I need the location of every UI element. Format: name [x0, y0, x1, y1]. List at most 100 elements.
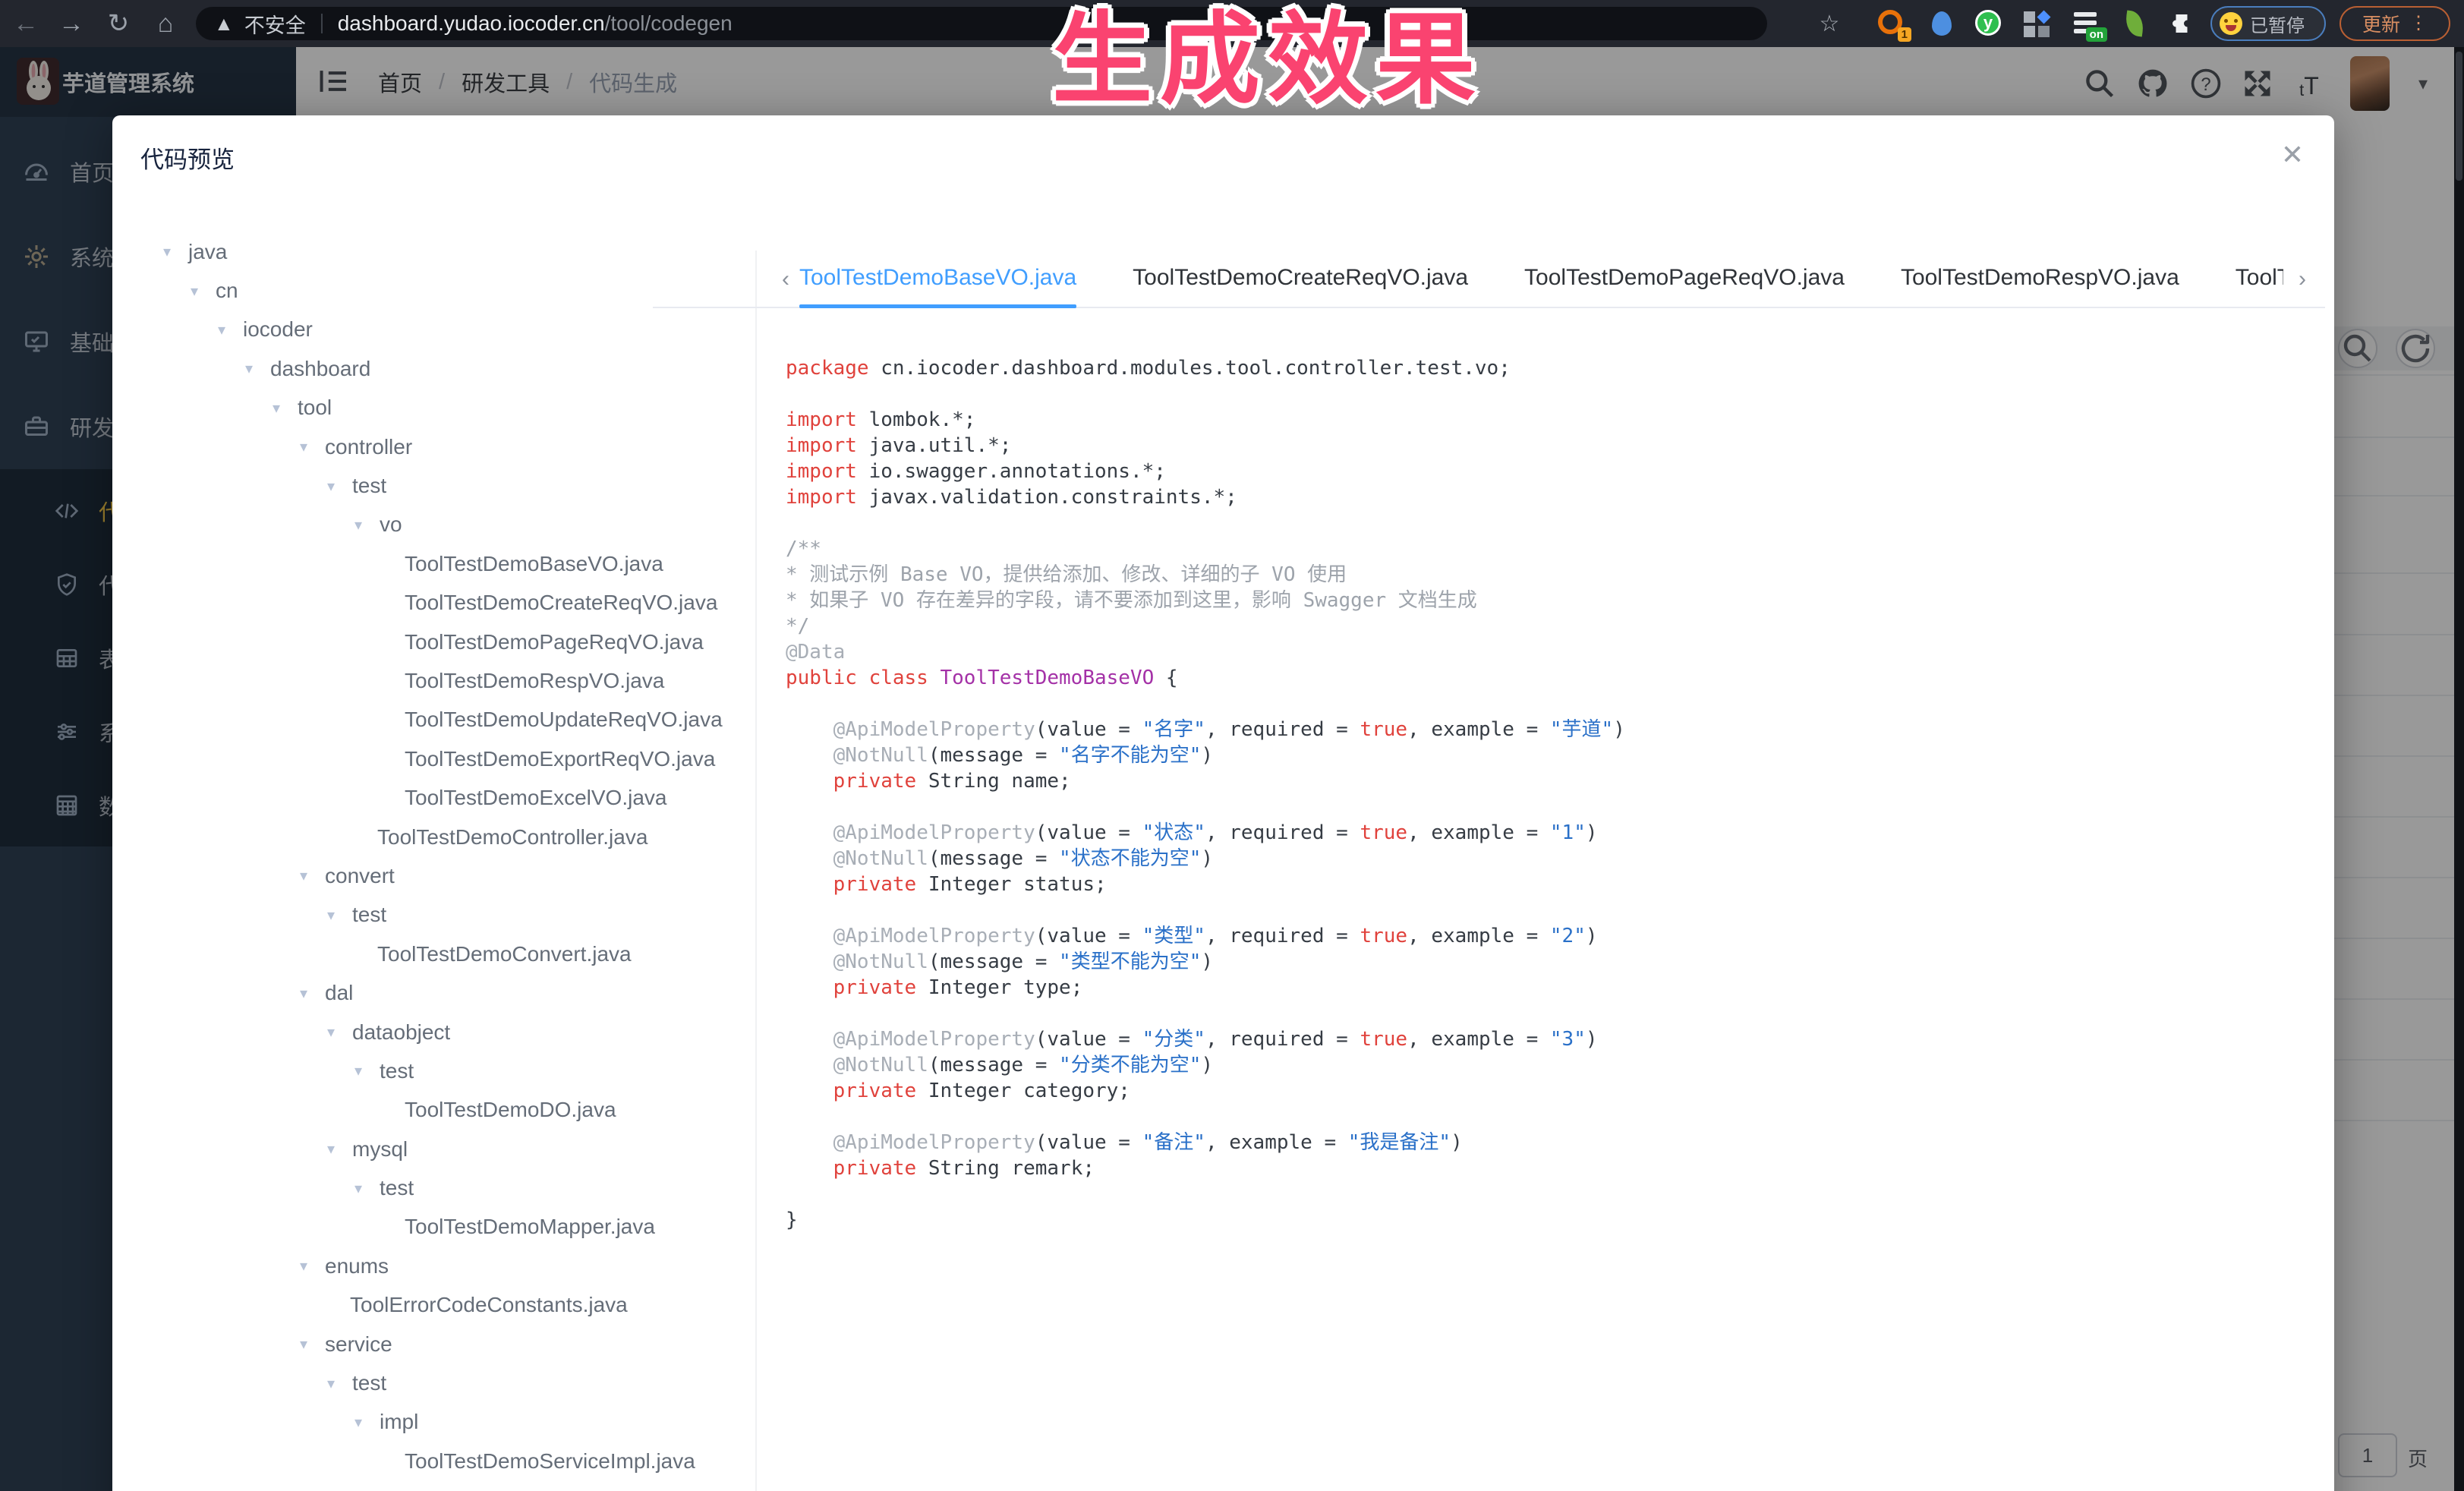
caret-down-icon[interactable]: ▾: [327, 906, 352, 925]
tree-folder-enums[interactable]: ▾enums: [112, 1247, 750, 1285]
caret-down-icon[interactable]: ▾: [327, 477, 352, 496]
extension-leaf-icon[interactable]: [2121, 10, 2148, 37]
tabs-scroll-right-icon[interactable]: ›: [2289, 263, 2315, 296]
tree-file-ToolTestDemoController.java[interactable]: ToolTestDemoController.java: [112, 818, 750, 856]
caret-down-icon[interactable]: ▾: [300, 437, 325, 456]
extension-list-icon[interactable]: on: [2074, 10, 2101, 37]
tree-folder-controller[interactable]: ▾controller: [112, 427, 750, 466]
caret-down-icon[interactable]: ▾: [354, 1179, 380, 1198]
tree-folder-vo[interactable]: ▾vo: [112, 506, 750, 544]
tree-folder-test[interactable]: ▾test: [112, 1363, 750, 1402]
tree-file-ToolTestDemoCreateReqVO.java[interactable]: ToolTestDemoCreateReqVO.java: [112, 584, 750, 623]
caret-down-icon[interactable]: ▾: [163, 242, 188, 261]
tree-folder-impl[interactable]: ▾impl: [112, 1403, 750, 1442]
browser-forward-icon[interactable]: →: [55, 0, 88, 47]
code-line: public class ToolTestDemoBaseVO {: [786, 665, 1625, 691]
extension-paused-pill[interactable]: 已暂停: [2210, 6, 2326, 41]
caret-down-icon[interactable]: ▾: [327, 1023, 352, 1042]
caret-down-icon[interactable]: ▾: [300, 1335, 325, 1354]
tree-folder-test[interactable]: ▾test: [112, 1051, 750, 1090]
tree-node-label: iocoder: [243, 317, 313, 342]
browser-home-icon[interactable]: ⌂: [149, 0, 182, 47]
caret-down-icon[interactable]: ▾: [354, 1413, 380, 1432]
extension-grid-icon[interactable]: [2024, 10, 2051, 37]
tree-folder-dashboard[interactable]: ▾dashboard: [112, 349, 750, 388]
tabs-scroll-left-icon[interactable]: ‹: [773, 263, 799, 296]
caret-down-icon[interactable]: ▾: [300, 984, 325, 1003]
panel-divider: [755, 251, 757, 1491]
tree-node-label: ToolTestDemoRespVO.java: [405, 669, 664, 693]
tree-folder-convert[interactable]: ▾convert: [112, 856, 750, 895]
tabs-scroll-area: ToolTestDemoBaseVO.java ToolTestDemoCreat…: [799, 251, 2283, 308]
code-view[interactable]: package cn.iocoder.dashboard.modules.too…: [786, 355, 1625, 1233]
tab-ToolTe[interactable]: ToolTe: [2236, 251, 2283, 308]
tree-node-label: ToolTestDemoBaseVO.java: [405, 552, 663, 576]
extension-orange-ring-icon[interactable]: 1: [1878, 10, 1905, 37]
code-line: [786, 1001, 1625, 1026]
tree-folder-dal[interactable]: ▾dal: [112, 973, 750, 1012]
caret-down-icon[interactable]: ▾: [354, 515, 380, 534]
code-line: }: [786, 1207, 1625, 1233]
address-bar[interactable]: ▲ 不安全 dashboard.yudao.iocoder.cn/tool/co…: [196, 7, 1767, 40]
tree-folder-test[interactable]: ▾test: [112, 466, 750, 505]
tab-ToolTestDemoPageReqVO.java[interactable]: ToolTestDemoPageReqVO.java: [1524, 251, 1845, 308]
tree-folder-iocoder[interactable]: ▾iocoder: [112, 310, 750, 349]
close-icon[interactable]: ✕: [2276, 138, 2309, 172]
caret-down-icon[interactable]: ▾: [245, 359, 270, 378]
tree-node-label: java: [188, 240, 227, 264]
code-line: @NotNull(message = "状态不能为空"): [786, 846, 1625, 872]
file-tree: ▾java▾cn▾iocoder▾dashboard▾tool▾controll…: [112, 232, 750, 1481]
tree-folder-tool[interactable]: ▾tool: [112, 389, 750, 427]
caret-down-icon[interactable]: ▾: [354, 1061, 380, 1080]
caret-down-icon[interactable]: ▾: [327, 1140, 352, 1158]
caret-down-icon[interactable]: ▾: [191, 282, 216, 301]
scrollbar-thumb[interactable]: [2456, 52, 2462, 181]
tree-node-label: ToolTestDemoMapper.java: [405, 1215, 655, 1239]
tree-folder-test[interactable]: ▾test: [112, 896, 750, 935]
tree-node-label: vo: [380, 512, 402, 537]
browser-back-icon[interactable]: ←: [9, 0, 43, 47]
security-warning-icon[interactable]: ▲: [214, 12, 234, 36]
caret-down-icon[interactable]: ▾: [300, 1256, 325, 1275]
caret-down-icon[interactable]: ▾: [218, 320, 243, 339]
extension-green-y-icon[interactable]: y: [1975, 10, 2002, 37]
code-line: [786, 510, 1625, 536]
tab-ToolTestDemoCreateReqVO.java[interactable]: ToolTestDemoCreateReqVO.java: [1133, 251, 1468, 308]
tree-folder-service[interactable]: ▾service: [112, 1325, 750, 1363]
tree-node-label: ToolTestDemoDO.java: [405, 1098, 616, 1122]
tab-ToolTestDemoRespVO.java[interactable]: ToolTestDemoRespVO.java: [1901, 251, 2179, 308]
tree-file-ToolTestDemoMapper.java[interactable]: ToolTestDemoMapper.java: [112, 1208, 750, 1247]
tree-node-label: test: [380, 1059, 414, 1083]
caret-down-icon[interactable]: ▾: [300, 866, 325, 885]
caret-down-icon[interactable]: ▾: [327, 1374, 352, 1393]
tree-file-ToolTestDemoUpdateReqVO.java[interactable]: ToolTestDemoUpdateReqVO.java: [112, 701, 750, 739]
tree-folder-test[interactable]: ▾test: [112, 1168, 750, 1207]
tree-file-ToolTestDemoRespVO.java[interactable]: ToolTestDemoRespVO.java: [112, 661, 750, 700]
browser-menu-dots-icon[interactable]: ⋮: [2409, 20, 2428, 27]
tree-node-label: enums: [325, 1254, 389, 1278]
code-line: private Integer status;: [786, 872, 1625, 897]
browser-scrollbar[interactable]: [2454, 47, 2464, 1491]
code-line: @ApiModelProperty(value = "名字", required…: [786, 717, 1625, 742]
caret-down-icon[interactable]: ▾: [273, 399, 298, 418]
tree-file-ToolTestDemoServiceImpl.java[interactable]: ToolTestDemoServiceImpl.java: [112, 1442, 750, 1480]
tree-file-ToolTestDemoDO.java[interactable]: ToolTestDemoDO.java: [112, 1091, 750, 1130]
browser-update-button[interactable]: 更新 ⋮: [2340, 6, 2450, 41]
tree-file-ToolTestDemoConvert.java[interactable]: ToolTestDemoConvert.java: [112, 935, 750, 973]
tree-file-ToolTestDemoBaseVO.java[interactable]: ToolTestDemoBaseVO.java: [112, 544, 750, 583]
tree-node-label: ToolTestDemoConvert.java: [377, 942, 632, 966]
tree-folder-dataobject[interactable]: ▾dataobject: [112, 1013, 750, 1051]
tree-file-ToolTestDemoExcelVO.java[interactable]: ToolTestDemoExcelVO.java: [112, 778, 750, 817]
extension-puzzle-icon[interactable]: [2168, 10, 2195, 37]
tab-ToolTestDemoBaseVO.java[interactable]: ToolTestDemoBaseVO.java: [799, 251, 1076, 308]
tree-file-ToolErrorCodeConstants.java[interactable]: ToolErrorCodeConstants.java: [112, 1286, 750, 1325]
tree-file-ToolTestDemoPageReqVO.java[interactable]: ToolTestDemoPageReqVO.java: [112, 623, 750, 661]
tree-file-ToolTestDemoExportReqVO.java[interactable]: ToolTestDemoExportReqVO.java: [112, 739, 750, 778]
browser-refresh-icon[interactable]: ↻: [102, 0, 135, 47]
bookmark-star-icon[interactable]: ☆: [1814, 0, 1845, 47]
tree-folder-mysql[interactable]: ▾mysql: [112, 1130, 750, 1168]
code-line: @ApiModelProperty(value = "状态", required…: [786, 820, 1625, 846]
extension-drop-icon[interactable]: [1928, 10, 1955, 37]
emoji-face-icon: [2220, 12, 2242, 35]
tree-node-label: ToolTestDemoCreateReqVO.java: [405, 591, 717, 615]
